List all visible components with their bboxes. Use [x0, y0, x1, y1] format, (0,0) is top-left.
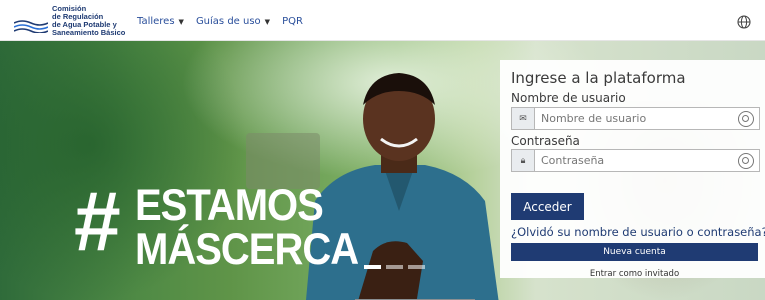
nav-guias-de-uso[interactable]: Guías de uso ▼	[196, 16, 270, 27]
caret-down-icon: ▼	[264, 17, 271, 26]
logo-org-name: Comisión de Regulación de Agua Potable y…	[52, 5, 125, 37]
navbar: Comisión de Regulación de Agua Potable y…	[0, 4, 765, 41]
password-label: Contraseña	[511, 134, 580, 148]
caret-down-icon: ▼	[178, 17, 184, 26]
hero-banner: # ESTAMOS MÁSCERCA Ingrese a la platafor…	[0, 41, 765, 300]
envelope-icon: ✉	[512, 108, 535, 129]
globe-icon[interactable]	[737, 15, 751, 29]
lock-icon: 🔒︎	[512, 150, 535, 171]
cra-logo[interactable]: Comisión de Regulación de Agua Potable y…	[14, 5, 125, 39]
slogan-line-1: ESTAMOS	[135, 180, 324, 231]
nav-guias-label: Guías de uso	[195, 16, 261, 27]
carousel-dot[interactable]	[364, 265, 381, 269]
carousel-dot[interactable]	[408, 265, 425, 269]
carousel-dot[interactable]	[386, 265, 403, 269]
nav-talleres[interactable]: Talleres ▼	[137, 16, 184, 27]
username-field-group: ✉	[511, 107, 760, 130]
slogan-hash: #	[74, 174, 121, 268]
slogan-line-2: MÁSCERCA	[135, 224, 359, 275]
forgot-credentials-link[interactable]: ¿Olvidó su nombre de usuario o contraseñ…	[511, 225, 765, 239]
nav-pqr-label: PQR	[282, 16, 303, 27]
password-input[interactable]	[535, 151, 738, 170]
carousel-indicators	[364, 265, 425, 269]
logo-line: Saneamiento Básico	[52, 28, 126, 37]
login-button[interactable]: Acceder	[511, 193, 584, 220]
username-input[interactable]	[535, 109, 738, 128]
nav-talleres-label: Talleres	[137, 16, 175, 27]
username-label: Nombre de usuario	[511, 91, 626, 105]
password-manager-icon[interactable]	[738, 152, 754, 169]
nav-pqr[interactable]: PQR	[282, 16, 303, 27]
logo-waves-icon	[14, 20, 48, 33]
login-title: Ingrese a la plataforma	[511, 69, 686, 87]
password-field-group: 🔒︎	[511, 149, 760, 172]
password-manager-icon[interactable]	[738, 110, 754, 127]
main-nav: Talleres ▼ Guías de uso ▼ PQR	[137, 16, 303, 27]
login-panel: Ingrese a la plataforma Nombre de usuari…	[500, 60, 765, 279]
new-account-button[interactable]: Nueva cuenta	[511, 243, 758, 261]
guest-login-button[interactable]: Entrar como invitado	[511, 269, 758, 279]
